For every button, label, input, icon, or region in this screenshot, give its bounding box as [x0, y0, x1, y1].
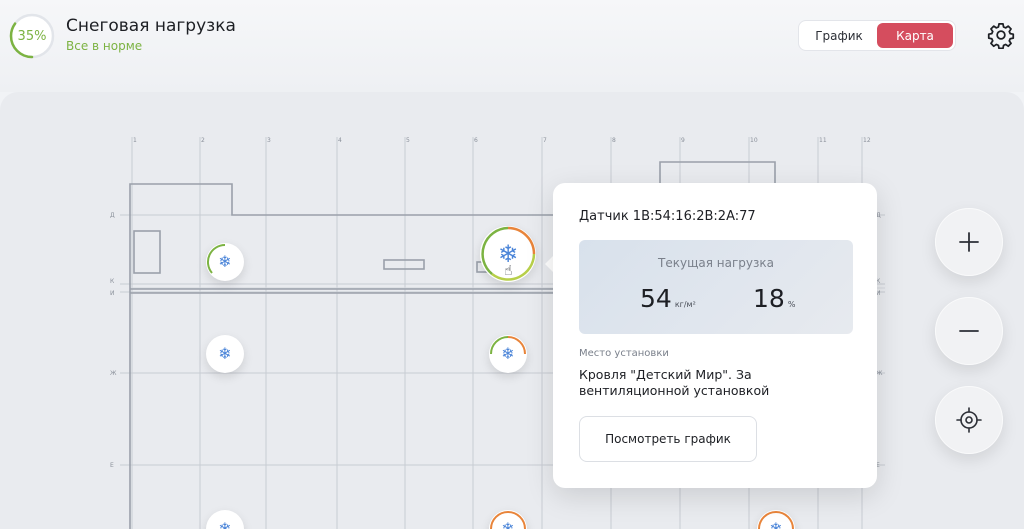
gear-icon	[987, 23, 1015, 49]
column-label: 4	[338, 137, 342, 144]
plus-icon	[959, 232, 979, 252]
column-label: 1	[133, 137, 137, 144]
target-icon	[956, 407, 982, 433]
row-label: Е	[110, 462, 114, 469]
load-value: 54 кг/м²	[640, 284, 696, 313]
column-label: 8	[612, 137, 616, 144]
progress-percent: 35%	[17, 28, 47, 44]
row-label: Ж	[876, 370, 883, 377]
column-label: 7	[543, 137, 547, 144]
page-title: Снеговая нагрузка	[66, 16, 236, 36]
load-unit: кг/м²	[674, 300, 696, 309]
place-label: Место установки	[579, 348, 669, 359]
column-label: 2	[201, 137, 205, 144]
column-label: 6	[474, 137, 478, 144]
sensor-marker[interactable]: ❄	[206, 243, 244, 281]
row-label: И	[110, 290, 115, 297]
current-load-label: Текущая нагрузка	[658, 256, 774, 270]
snowflake-icon: ❄	[218, 519, 232, 529]
hand-pointer-icon: ☝	[504, 263, 513, 279]
column-label: 3	[267, 137, 271, 144]
snowflake-icon: ❄	[218, 344, 232, 363]
sensor-popup: Датчик 1B:54:16:2B:2A:77 Текущая нагрузк…	[553, 183, 877, 488]
row-label: Д	[110, 212, 115, 219]
view-chart-button[interactable]: Посмотреть график	[579, 416, 757, 462]
column-label: 10	[750, 137, 758, 144]
zoom-in-button[interactable]	[935, 208, 1003, 276]
sensor-marker[interactable]: ❄	[206, 335, 244, 373]
column-label: 9	[681, 137, 685, 144]
place-text: Кровля "Детский Мир". За вентиляционной …	[579, 367, 770, 398]
status-text: Все в норме	[66, 39, 143, 53]
progress-ring: 35%	[8, 12, 56, 60]
load-number: 54	[640, 284, 672, 313]
percent-number: 18	[753, 284, 785, 313]
chart-view-button[interactable]: График	[801, 23, 877, 48]
column-label: 11	[819, 137, 827, 144]
sensor-marker[interactable]: ❄	[757, 510, 795, 529]
minus-icon	[959, 330, 979, 332]
sensor-marker[interactable]: ❄	[489, 510, 527, 529]
percent-value: 18%	[753, 284, 795, 313]
column-label: 12	[863, 137, 871, 144]
current-load-panel: Текущая нагрузка 54 кг/м² 18%	[579, 240, 853, 334]
zoom-out-button[interactable]	[935, 297, 1003, 365]
sensor-marker[interactable]: ❄	[489, 335, 527, 373]
settings-button[interactable]	[984, 18, 1018, 52]
view-toggle: График Карта	[798, 20, 956, 51]
map-view-button[interactable]: Карта	[877, 23, 953, 48]
column-label: 5	[406, 137, 410, 144]
percent-unit: %	[787, 300, 796, 309]
header: 35% Снеговая нагрузка Все в норме График…	[0, 0, 1024, 92]
row-label: К	[110, 278, 115, 285]
sensor-title: Датчик 1B:54:16:2B:2A:77	[579, 209, 756, 224]
locate-button[interactable]	[935, 386, 1003, 454]
row-label: Ж	[110, 370, 117, 377]
